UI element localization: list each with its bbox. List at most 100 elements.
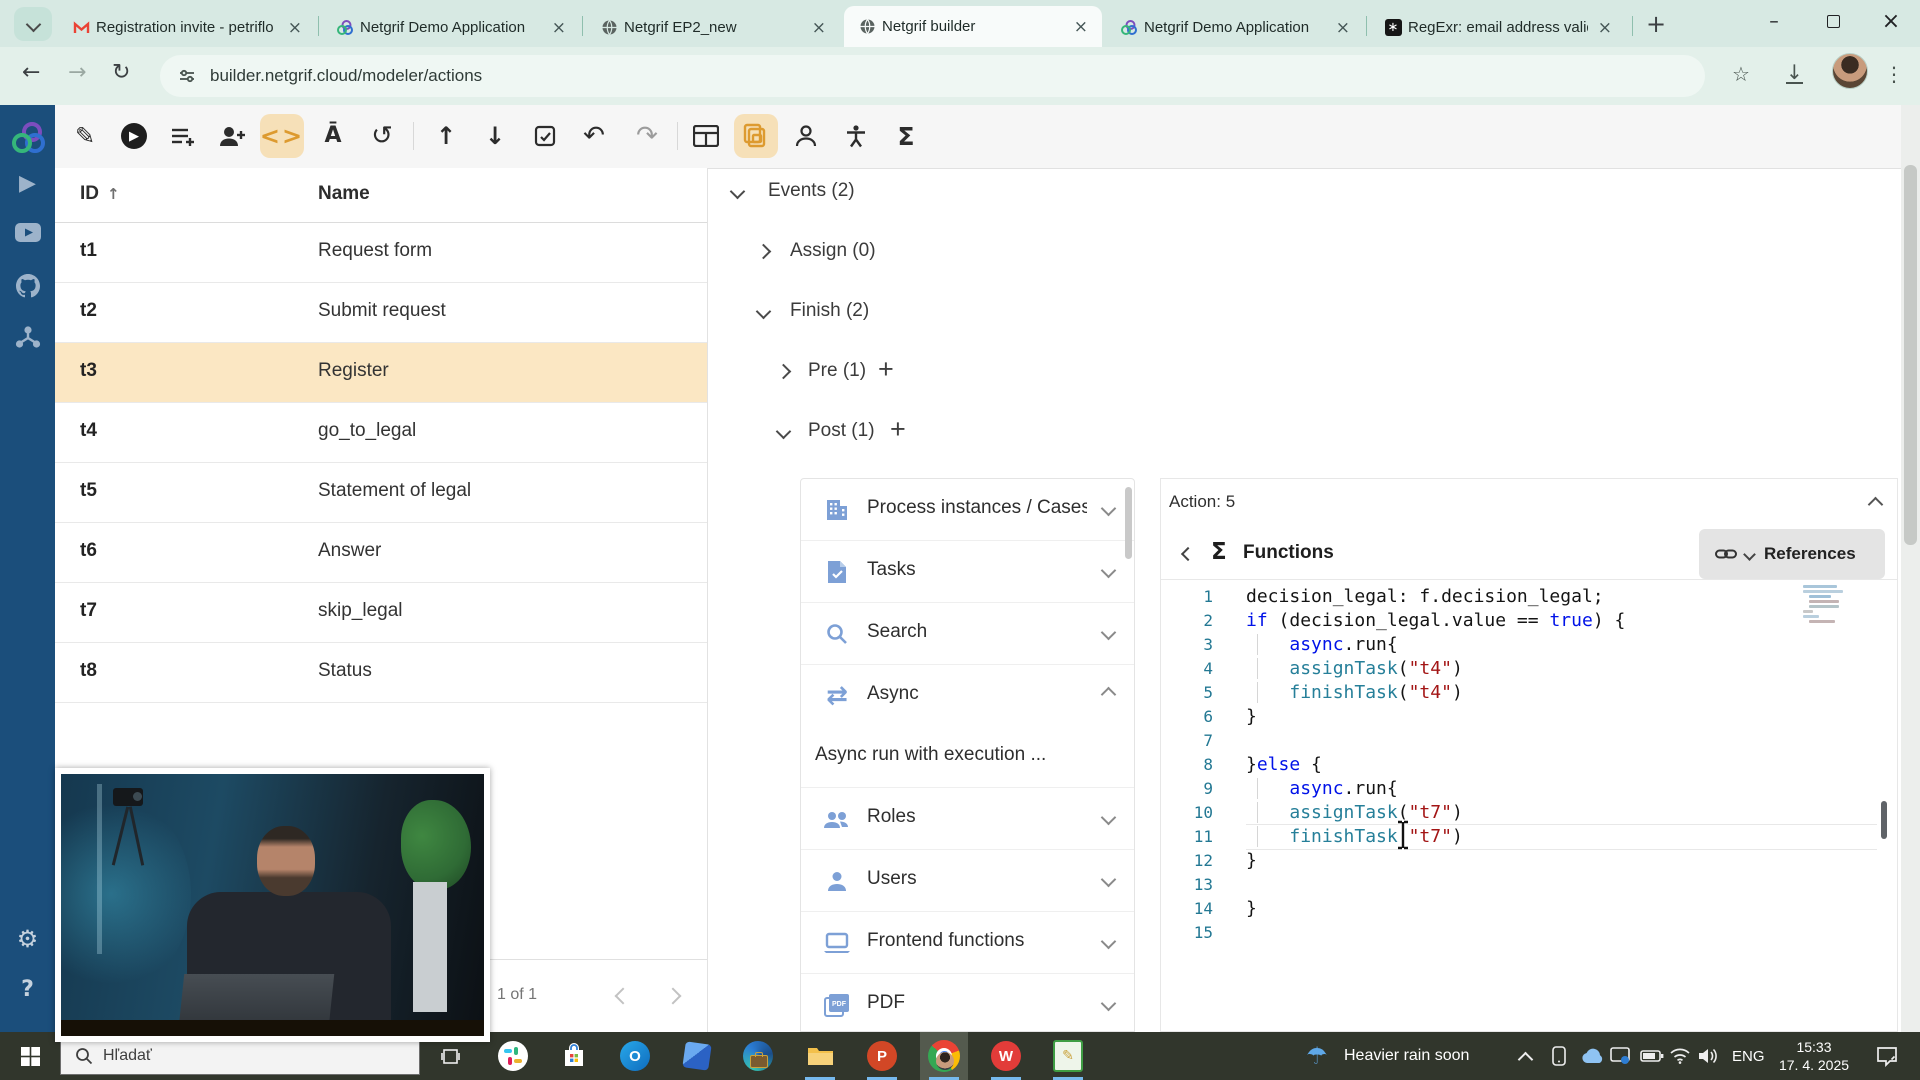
code-line[interactable]: 5 finishTask("t4") (1161, 681, 1877, 705)
table-row[interactable]: t7 skip_legal (55, 583, 707, 643)
mail-app-button[interactable] (673, 1032, 721, 1080)
code-line[interactable]: 15 (1161, 921, 1877, 945)
code-line[interactable]: 10 assignTask("t7") (1161, 801, 1877, 825)
function-item-async[interactable]: ⇄ Async (801, 665, 1134, 726)
display-share-icon[interactable] (1610, 1032, 1630, 1080)
language-indicator[interactable]: ENG (1732, 1032, 1765, 1080)
redo-button[interactable]: ↷ (625, 114, 669, 158)
editor-minimap[interactable] (1803, 583, 1853, 625)
function-item-users[interactable]: Users (801, 850, 1134, 912)
code-line[interactable]: 8}else { (1161, 753, 1877, 777)
chevron-right-icon[interactable] (755, 243, 772, 260)
browser-tab-registration[interactable]: Registration invite - petriflo × (58, 8, 316, 47)
actions-code-button[interactable]: <> (260, 114, 304, 158)
functions-scrollbar-thumb[interactable] (1125, 487, 1132, 559)
tab-close-icon[interactable]: × (1594, 18, 1616, 38)
tab-close-icon[interactable]: × (808, 18, 830, 38)
outlook-button[interactable]: O (611, 1032, 659, 1080)
code-lines[interactable]: 1 decision_legal: f.decision_legal; 2 if (d… (1161, 585, 1877, 945)
function-item-pdf[interactable]: PDF PDF (801, 974, 1134, 1036)
address-bar[interactable]: builder.netgrif.cloud/modeler/actions (160, 55, 1705, 97)
start-button[interactable] (6, 1032, 54, 1080)
netgrif-logo-icon[interactable] (0, 119, 55, 159)
browser-tab-demo-app-1[interactable]: Netgrif Demo Application × (322, 8, 580, 47)
post-node-label[interactable]: Post (1) (808, 420, 875, 442)
code-line[interactable]: 2 if (decision_legal.value == true) { (1161, 609, 1877, 633)
download-button[interactable]: ↓ (473, 114, 517, 158)
upload-button[interactable]: ↑ (424, 114, 468, 158)
workflow-icon[interactable] (0, 325, 55, 349)
taskbar-clock[interactable]: 15:33 17. 4. 2025 (1768, 1038, 1860, 1074)
person-add-button[interactable] (210, 114, 254, 158)
code-line[interactable]: 3 async.run{ (1161, 633, 1877, 657)
tab-close-icon[interactable]: × (1070, 17, 1092, 37)
copies-view-button[interactable] (734, 114, 778, 158)
phone-link-icon[interactable] (1550, 1032, 1568, 1080)
table-row[interactable]: t5 Statement of legal (55, 463, 707, 523)
next-page-icon[interactable] (664, 987, 682, 1005)
site-settings-icon[interactable] (178, 67, 196, 85)
onedrive-icon[interactable] (1580, 1032, 1604, 1080)
references-button[interactable]: References (1699, 529, 1885, 579)
chevron-down-icon[interactable] (729, 183, 746, 200)
notepad-button[interactable]: ✎ (1044, 1032, 1092, 1080)
back-icon[interactable]: ← (22, 60, 40, 85)
bookmark-star-icon[interactable]: ☆ (1732, 62, 1750, 86)
edge-work-button[interactable] (734, 1032, 782, 1080)
slack-button[interactable] (489, 1032, 537, 1080)
wps-button[interactable]: W (982, 1032, 1030, 1080)
table-row[interactable]: t8 Status (55, 643, 707, 703)
action-center-icon[interactable] (1876, 1032, 1898, 1080)
undo-button[interactable]: ↶ (572, 114, 616, 158)
edit-tool-button[interactable]: ✎ (63, 114, 107, 158)
code-line[interactable]: 4 assignTask("t4") (1161, 657, 1877, 681)
tab-close-icon[interactable]: × (284, 18, 306, 38)
play-icon[interactable]: ▶ (0, 171, 55, 196)
table-row[interactable]: t2 Submit request (55, 283, 707, 343)
assign-node-label[interactable]: Assign (0) (790, 240, 876, 262)
collapse-panel-icon[interactable] (1867, 496, 1884, 513)
run-tool-button[interactable]: ▶ (112, 114, 156, 158)
chrome-button[interactable] (920, 1032, 968, 1080)
back-icon[interactable] (1180, 546, 1196, 562)
menu-kebab-icon[interactable]: ⋮ (1884, 62, 1904, 86)
window-minimize-button[interactable]: – (1745, 0, 1803, 42)
tab-search-button[interactable] (14, 7, 52, 41)
code-line[interactable]: 14} (1161, 897, 1877, 921)
editor-scrollbar-thumb[interactable] (1881, 801, 1887, 839)
table-row[interactable]: t3 Register (55, 343, 707, 403)
new-tab-button[interactable]: + (1646, 10, 1666, 38)
browser-profile-avatar[interactable] (1832, 53, 1868, 89)
translate-button[interactable]: Ā (311, 114, 355, 158)
weather-label[interactable]: Heavier rain soon (1344, 1032, 1469, 1080)
table-row[interactable]: t4 go_to_legal (55, 403, 707, 463)
gear-icon[interactable]: ⚙ (0, 925, 55, 953)
reload-icon[interactable]: ↻ (112, 60, 130, 85)
page-scrollbar-thumb[interactable] (1904, 165, 1917, 545)
previous-page-icon[interactable] (614, 987, 632, 1005)
forward-icon[interactable]: → (68, 60, 86, 85)
sigma-functions-button[interactable]: Σ (884, 114, 928, 158)
table-row[interactable]: t1 Request form (55, 223, 707, 283)
browser-tab-regexr[interactable]: ∗ RegExr: email address valid × (1370, 8, 1626, 47)
code-line[interactable]: 13 (1161, 873, 1877, 897)
function-item-process-instances[interactable]: Process instances / Cases (801, 479, 1134, 541)
browser-tab-netgrif-builder-active[interactable]: Netgrif builder × (844, 6, 1102, 47)
powerpoint-button[interactable]: P (858, 1032, 906, 1080)
add-pre-action-button[interactable]: + (878, 354, 894, 385)
column-header-id[interactable]: ID ↑ (80, 183, 120, 205)
volume-icon[interactable] (1698, 1032, 1718, 1080)
add-post-action-button[interactable]: + (890, 414, 906, 445)
window-close-button[interactable]: × (1862, 0, 1920, 42)
finish-node-label[interactable]: Finish (2) (790, 300, 869, 322)
chevron-down-icon[interactable] (755, 303, 772, 320)
function-item-search[interactable]: Search (801, 603, 1134, 665)
column-header-name[interactable]: Name (318, 183, 370, 205)
youtube-icon[interactable] (0, 223, 55, 242)
tray-expand-icon[interactable] (1517, 1051, 1534, 1068)
store-button[interactable] (550, 1032, 598, 1080)
code-line[interactable]: 1 decision_legal: f.decision_legal; (1161, 585, 1877, 609)
pre-node-label[interactable]: Pre (1) (808, 360, 866, 382)
code-line[interactable]: 12} (1161, 849, 1877, 873)
page-scrollbar[interactable] (1901, 105, 1920, 1032)
